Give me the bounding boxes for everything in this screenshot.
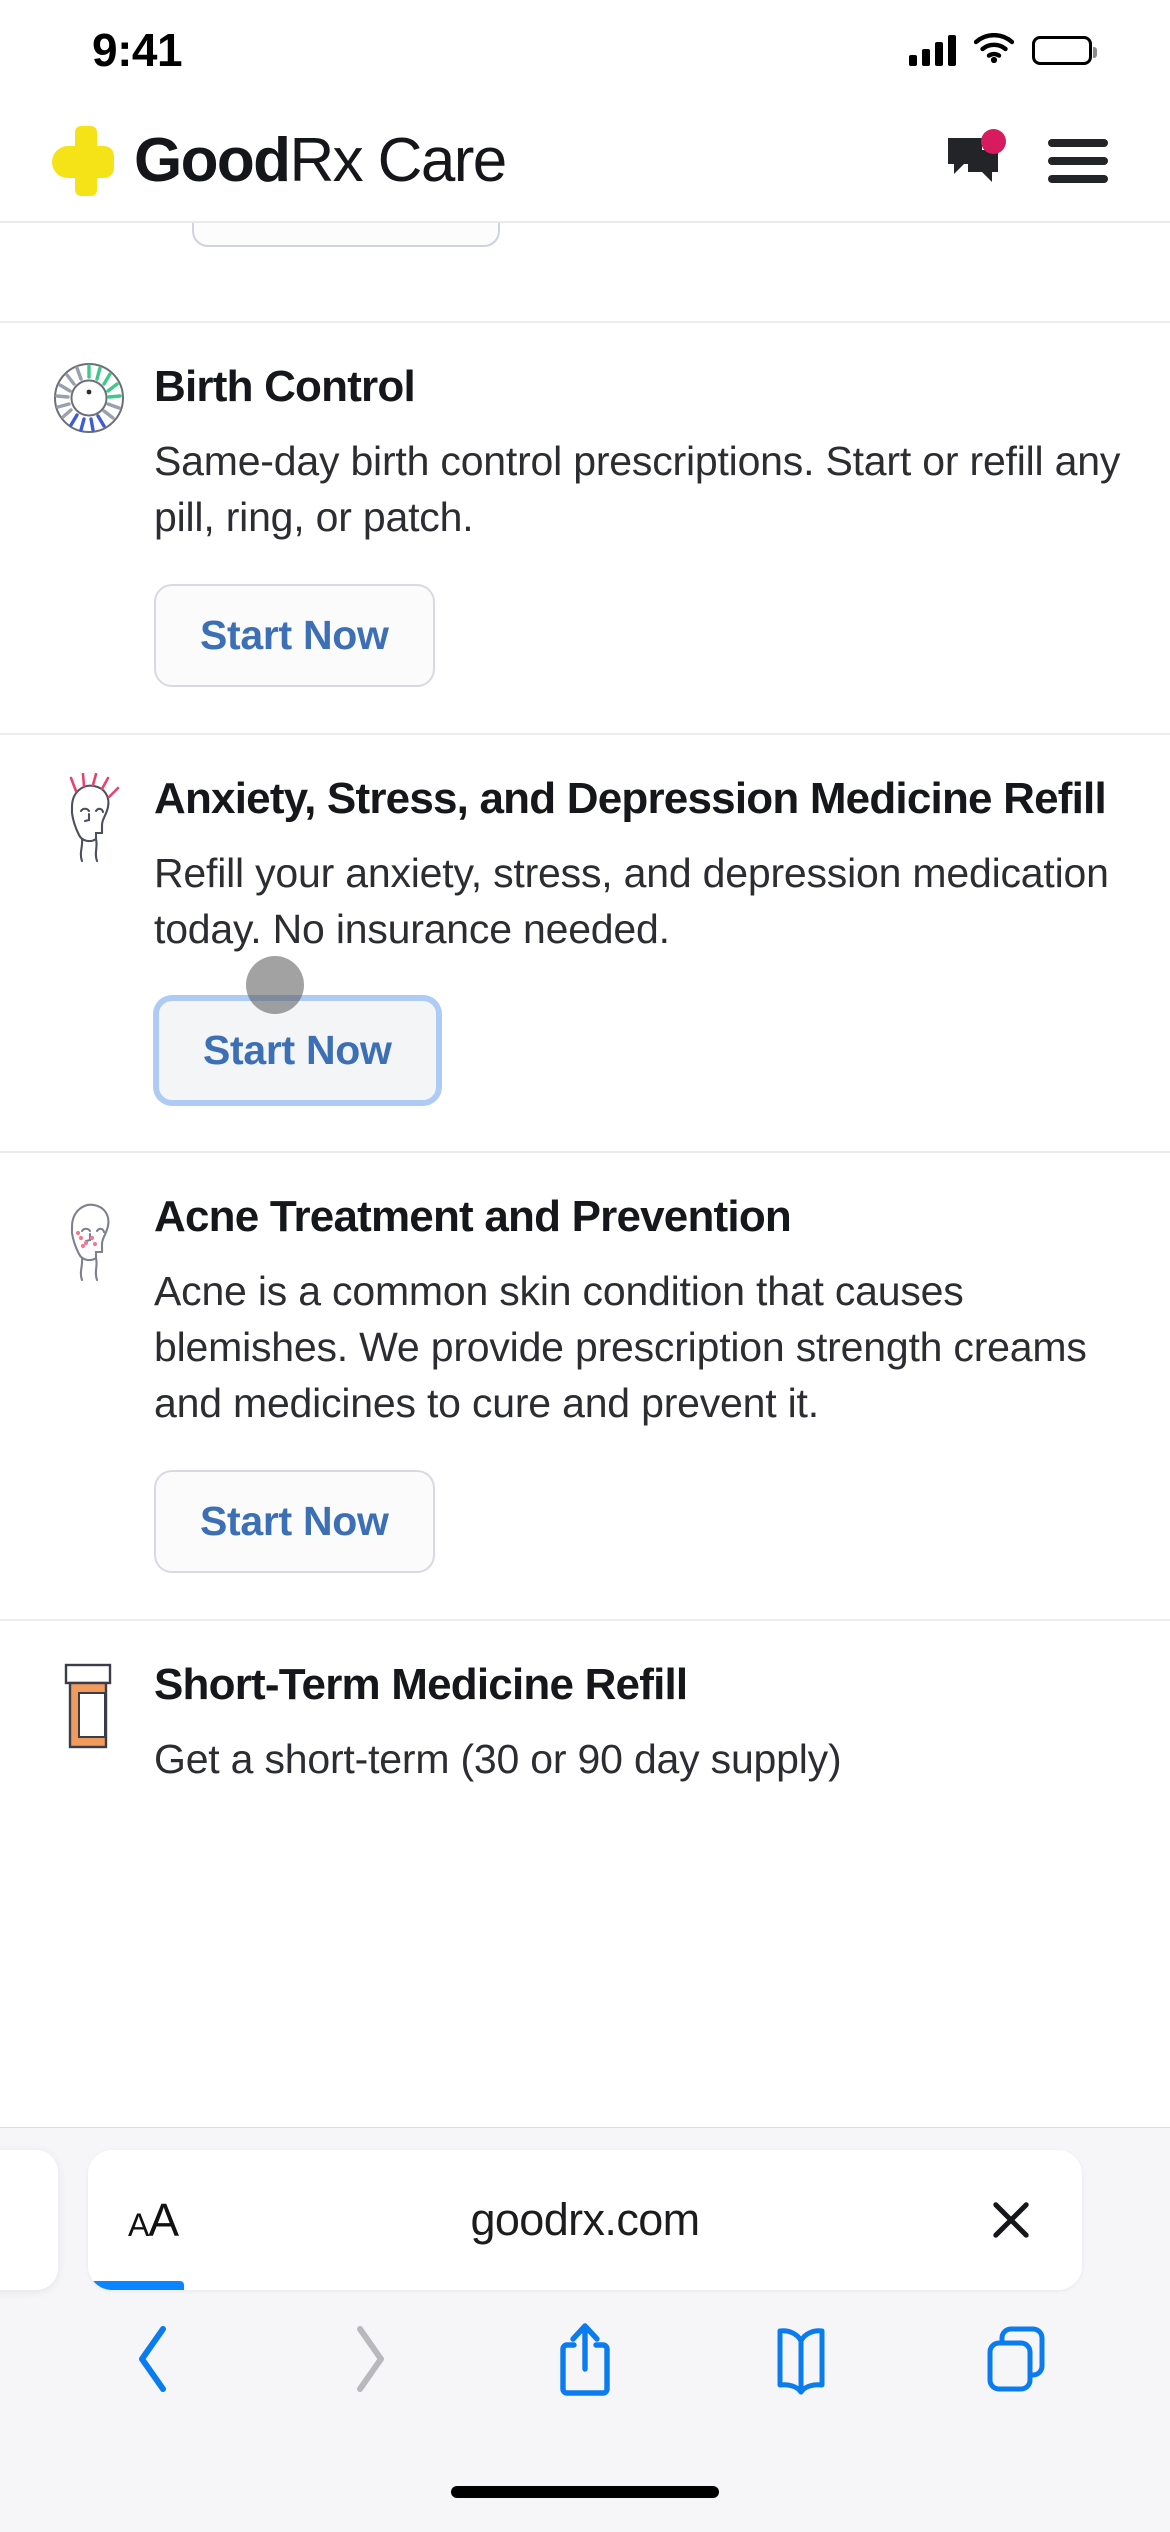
safari-bottom-bar: AA goodrx.com <box>0 2127 1170 2532</box>
status-bar-indicators <box>909 32 1097 68</box>
service-description: Acne is a common skin condition that cau… <box>154 1268 1087 1426</box>
service-title: Short-Term Medicine Refill <box>154 1659 688 1709</box>
text-size-small-a: A <box>128 2207 149 2243</box>
goodrx-cross-logo-icon <box>52 125 114 196</box>
chat-bubble-icon[interactable] <box>944 128 1006 188</box>
site-header: GoodRx Care <box>0 100 1170 223</box>
battery-full-icon <box>1032 35 1097 65</box>
partially-scrolled-button[interactable] <box>192 223 500 247</box>
adjacent-tab-peek[interactable] <box>0 2150 58 2290</box>
service-card-anxiety: Anxiety, Stress, and Depression Medicine… <box>0 732 1170 1151</box>
brand-logo[interactable]: GoodRx Care <box>52 125 507 196</box>
pill-bottle-icon <box>52 1621 132 1834</box>
browser-toolbar <box>0 2304 1170 2414</box>
service-body: Short-Term Medicine Refill Get a short-t… <box>132 1621 1122 1834</box>
stressed-head-icon <box>52 735 132 1151</box>
header-actions <box>944 128 1108 188</box>
service-title: Birth Control <box>154 362 416 411</box>
service-description: Refill your anxiety, stress, and depress… <box>154 850 1109 953</box>
notification-badge-dot <box>981 128 1006 154</box>
bookmarks-book-icon[interactable] <box>758 2316 844 2402</box>
service-title: Anxiety, Stress, and Depression Medicine… <box>154 773 1107 823</box>
hamburger-menu-icon[interactable] <box>1048 138 1108 183</box>
service-card-acne: Acne Treatment and Prevention Acne is a … <box>0 1150 1170 1619</box>
text-size-large-a: A <box>148 2194 179 2246</box>
service-body: Acne Treatment and Prevention Acne is a … <box>132 1153 1122 1619</box>
text-size-icon[interactable]: AA <box>128 2193 179 2247</box>
service-card-short-term: Short-Term Medicine Refill Get a short-t… <box>0 1618 1170 1834</box>
start-now-button-acne[interactable]: Start Now <box>154 1469 435 1573</box>
start-now-button-wrapper: Start Now <box>154 955 441 1105</box>
tap-indicator <box>246 955 304 1014</box>
tabs-icon[interactable] <box>973 2316 1059 2402</box>
acne-face-icon <box>52 1153 132 1619</box>
page-content-scroll[interactable]: Birth Control Same-day birth control pre… <box>0 223 1170 2127</box>
service-title: Acne Treatment and Prevention <box>154 1191 792 1241</box>
brand-part-care: Care <box>362 125 508 195</box>
home-indicator <box>451 2486 719 2498</box>
iphone-screen: 9:41 GoodRx Care Birth Control Same-day … <box>0 0 1170 2532</box>
brand-part-good: Good <box>134 125 291 195</box>
url-text: goodrx.com <box>470 2194 700 2245</box>
start-now-button-birth-control[interactable]: Start Now <box>154 583 435 687</box>
stop-loading-icon[interactable] <box>988 2197 1034 2243</box>
page-load-progress-bar <box>88 2281 184 2290</box>
service-card-birth-control: Birth Control Same-day birth control pre… <box>0 321 1170 733</box>
start-now-button-anxiety[interactable]: Start Now <box>154 995 441 1105</box>
status-bar-time: 9:41 <box>92 24 183 76</box>
service-description: Same-day birth control prescriptions. St… <box>154 438 1121 541</box>
share-icon[interactable] <box>542 2316 628 2402</box>
cellular-signal-icon <box>909 34 956 66</box>
wifi-icon <box>973 32 1015 68</box>
page-title: GoodRx Care <box>134 129 507 192</box>
birth-control-pill-dial-icon <box>52 323 132 733</box>
service-description: Get a short-term (30 or 90 day supply) <box>154 1736 842 1783</box>
back-chevron-icon[interactable] <box>111 2316 197 2402</box>
brand-part-rx: Rx <box>289 125 363 195</box>
status-bar: 9:41 <box>0 0 1170 100</box>
service-body: Anxiety, Stress, and Depression Medicine… <box>132 735 1122 1151</box>
forward-chevron-icon <box>326 2316 412 2402</box>
service-body: Birth Control Same-day birth control pre… <box>132 323 1122 733</box>
address-bar[interactable]: AA goodrx.com <box>88 2150 1082 2290</box>
